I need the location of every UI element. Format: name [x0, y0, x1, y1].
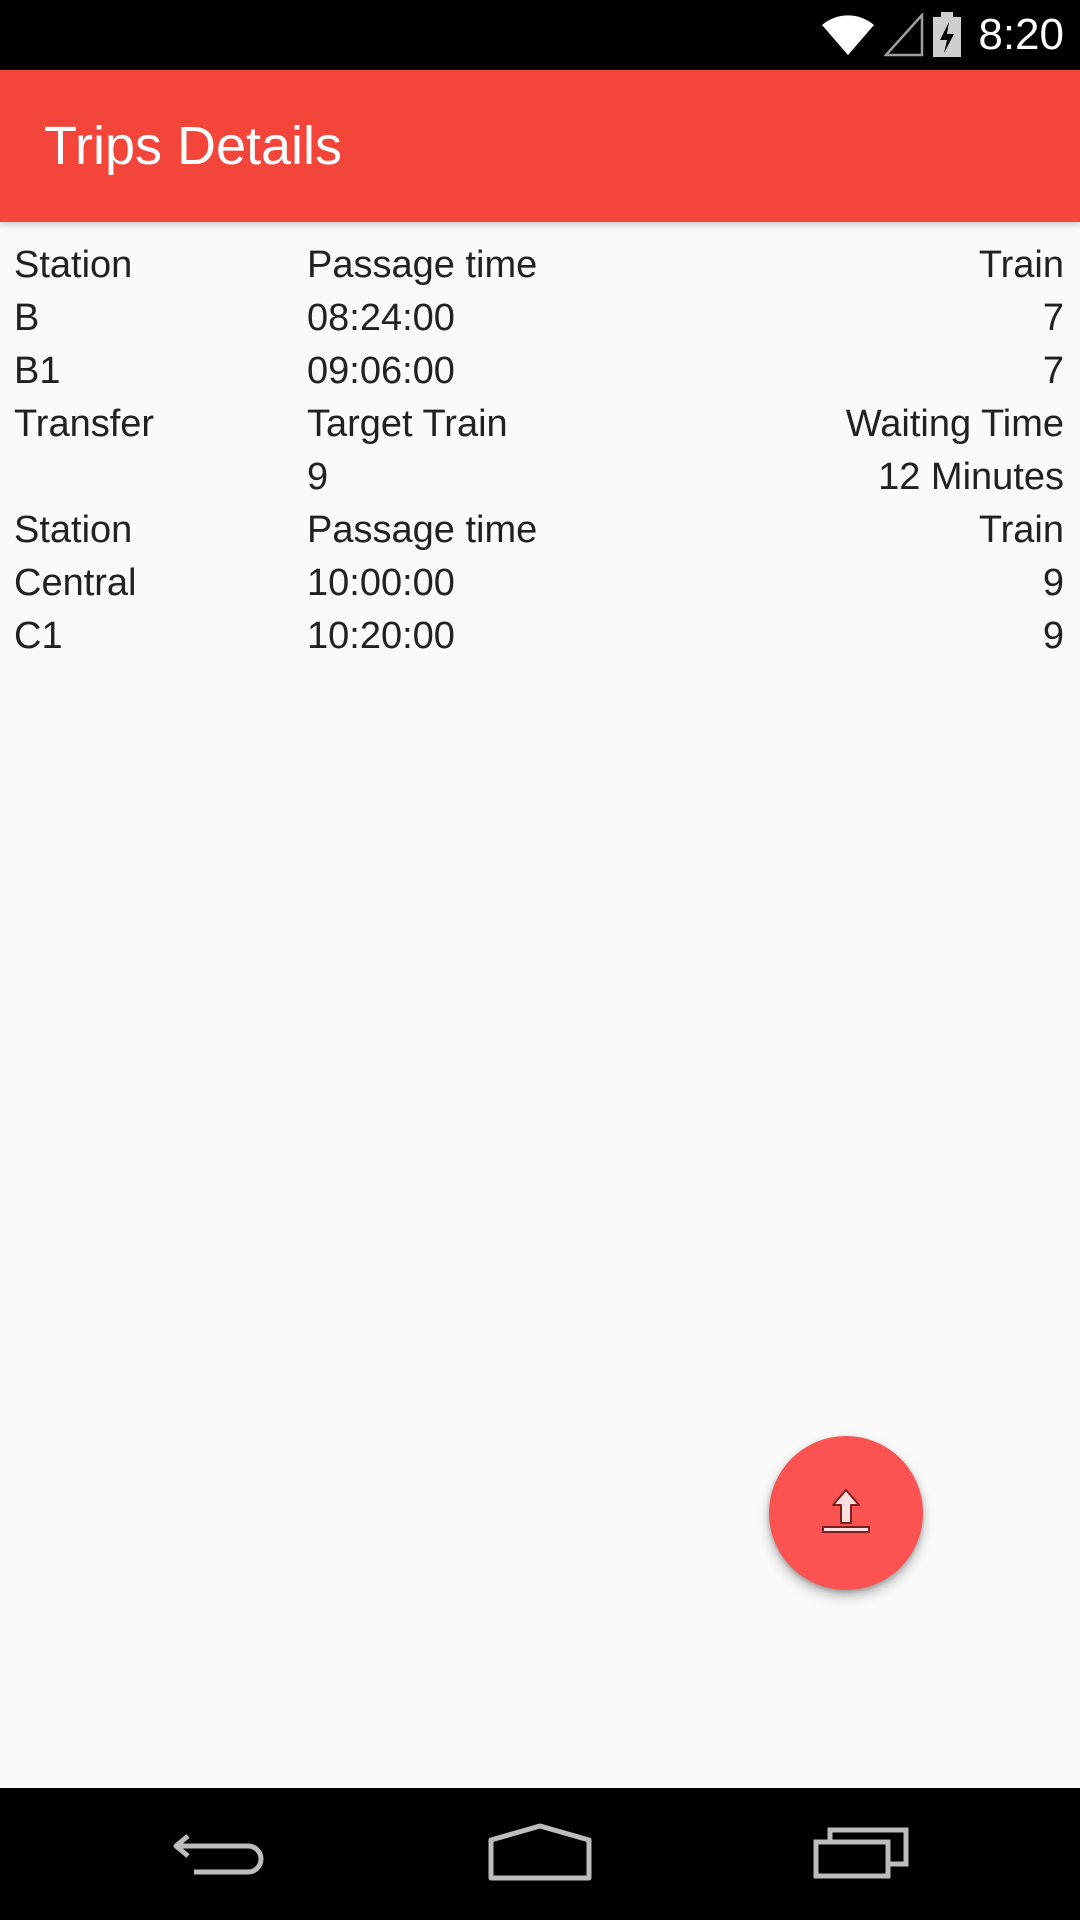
waiting-time-cell: 12 Minutes [878, 456, 1064, 498]
train-header: Train [978, 509, 1064, 551]
train-cell: 9 [1042, 615, 1064, 657]
passage-time-header: Passage time [307, 509, 538, 551]
station-cell: B [14, 297, 40, 339]
status-icons: 8:20 [820, 0, 1064, 70]
table-row: C1 10:20:00 9 [14, 610, 1064, 663]
table-row: B 08:24:00 7 [14, 292, 1064, 345]
station-header: Station [14, 244, 133, 286]
navigation-bar [0, 1788, 1080, 1920]
passage-time-cell: 08:24:00 [307, 297, 455, 339]
station-cell: C1 [14, 615, 63, 657]
train-header: Train [978, 244, 1064, 286]
passage-time-header: Passage time [307, 244, 538, 286]
page-title: Trips Details [44, 116, 343, 176]
passage-time-cell: 10:20:00 [307, 615, 455, 657]
table-row: Central 10:00:00 9 [14, 557, 1064, 610]
home-icon [487, 1822, 593, 1887]
trip-details-table: Station Passage time Train B 08:24:00 7 … [14, 239, 1064, 663]
passage-time-cell: 10:00:00 [307, 562, 455, 604]
upload-fab-button[interactable] [769, 1436, 923, 1590]
recents-icon [812, 1822, 912, 1887]
waiting-time-header: Waiting Time [845, 403, 1064, 445]
status-time: 8:20 [978, 10, 1064, 59]
home-button[interactable] [460, 1788, 620, 1920]
back-icon [170, 1822, 270, 1887]
train-cell: 7 [1042, 297, 1064, 339]
transfer-label: Transfer [14, 403, 155, 445]
station-header: Station [14, 509, 133, 551]
upload-icon [819, 1487, 873, 1540]
table-row: B1 09:06:00 7 [14, 345, 1064, 398]
train-cell: 9 [1042, 562, 1064, 604]
back-button[interactable] [140, 1788, 300, 1920]
target-train-cell: 9 [307, 456, 329, 498]
signal-icon [884, 13, 924, 57]
app-bar: Trips Details [0, 70, 1080, 222]
status-bar: 8:20 [0, 0, 1080, 70]
station-cell: B1 [14, 350, 61, 392]
station-cell: Central [14, 562, 137, 604]
battery-charging-icon [932, 12, 962, 58]
recents-button[interactable] [782, 1788, 942, 1920]
passage-time-cell: 09:06:00 [307, 350, 455, 392]
target-train-header: Target Train [307, 403, 508, 445]
transfer-header-row: Transfer Target Train Waiting Time [14, 398, 1064, 451]
table-row-header: Station Passage time Train [14, 504, 1064, 557]
wifi-icon [820, 13, 876, 57]
transfer-row: 9 12 Minutes [14, 451, 1064, 504]
train-cell: 7 [1042, 350, 1064, 392]
table-row-header: Station Passage time Train [14, 239, 1064, 292]
